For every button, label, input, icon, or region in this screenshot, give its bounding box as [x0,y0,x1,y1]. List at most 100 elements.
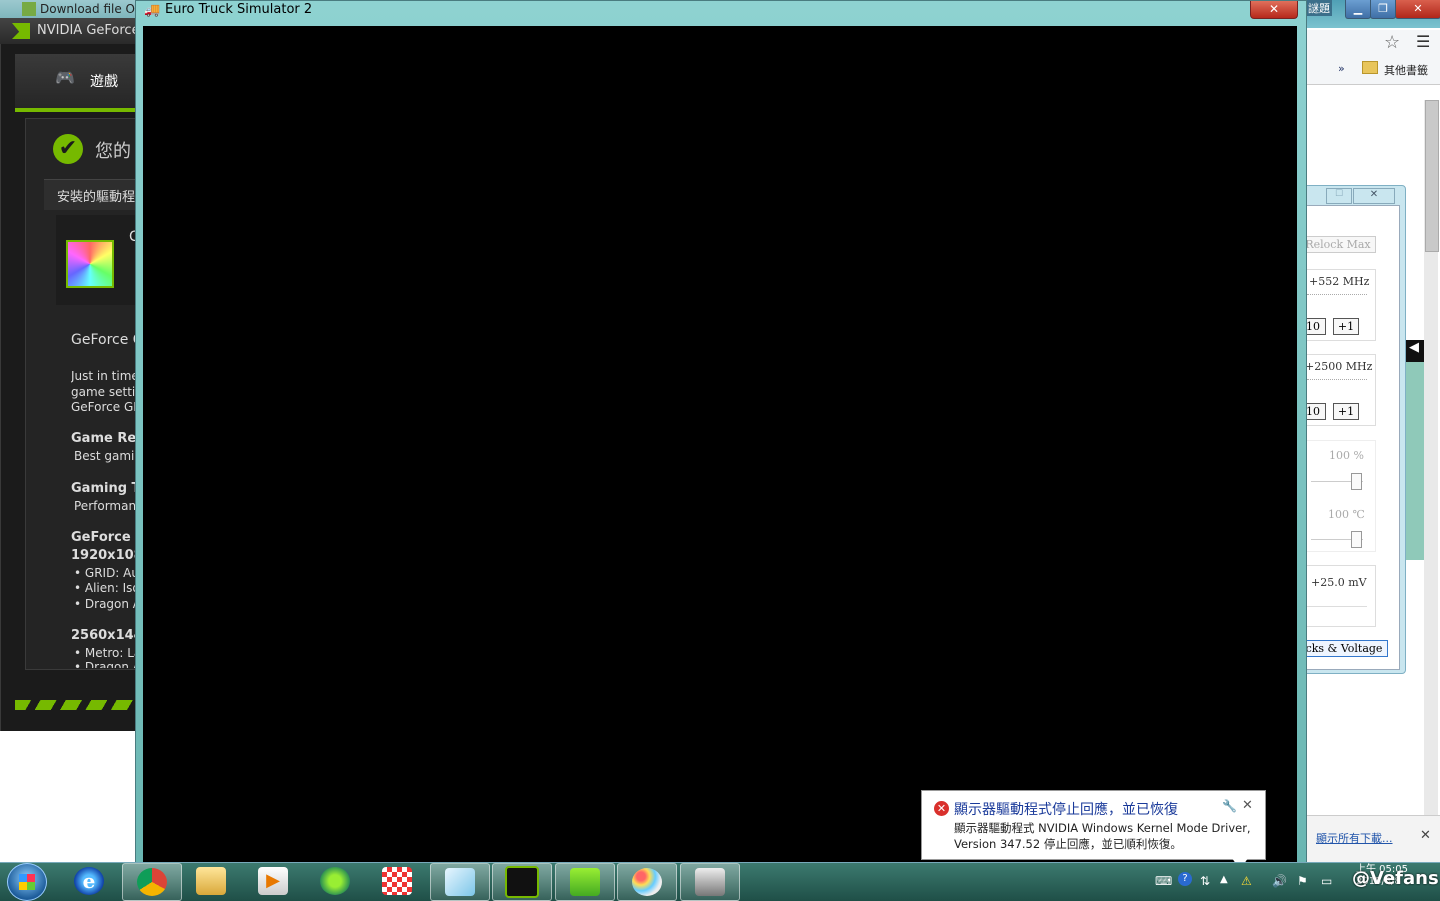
nvidia-content-panel: ✔ 您的 安裝的驅動程 C GeForce G Just in time gam… [25,118,156,670]
mem-clock-value: +2500 MHz [1305,360,1373,373]
collapse-arrow-icon[interactable]: ◀ [1404,340,1424,362]
close-button[interactable]: ✕ [1353,188,1395,204]
error-icon: ✕ [934,801,949,816]
maximize-button[interactable]: ☐ [1326,188,1352,204]
tab-games[interactable]: 遊戲 [90,71,118,91]
grid-app-icon [382,867,412,895]
performance-text: Performanc [74,499,143,513]
restore-button[interactable]: ❐ [1370,0,1396,19]
close-download-bar-icon[interactable]: ✕ [1420,828,1431,843]
star-icon[interactable]: ☆ [1384,32,1400,53]
bullet-dragon-2: • Dragon A [74,660,142,668]
jit-line-2: game settin [71,385,143,399]
notification-body-line2: Version 347.52 停止回應，並已順利恢復。 [954,837,1182,851]
nvidia-geforce-experience-icon [570,868,600,896]
menu-icon[interactable]: ☰ [1416,32,1430,51]
windows-logo-icon [19,874,35,890]
download-bar: 顯示所有下載... ✕ [1298,815,1440,863]
media-player-icon: ▶ [258,867,288,895]
bookmark-more[interactable]: » [1338,62,1345,75]
media-center-icon [320,867,350,895]
minimize-button[interactable]: ▁ [1345,0,1371,19]
desktop-area [0,731,135,862]
taskbar-ie[interactable]: e [60,863,118,899]
volume-icon[interactable]: 🔊 [1272,874,1287,888]
game-render-canvas[interactable] [143,26,1297,862]
bullet-dragon: • Dragon A [74,597,142,611]
notification-body-line1: 顯示器驅動程式 NVIDIA Windows Kernel Mode Drive… [954,821,1251,835]
nvidia-logo-icon [12,23,30,39]
gamepad-icon: 🎮 [55,68,75,87]
bookmark-folder-other[interactable]: 其他書籤 [1384,62,1428,78]
check-icon: ✔ [53,134,83,164]
resolution-1440-heading: 2560x144 [71,628,143,643]
show-hidden-icons[interactable]: ▲ [1220,874,1228,885]
nvidia-window-title: NVIDIA GeForce [37,23,140,38]
power-target-value: 100 % [1329,449,1364,462]
side-widget: ◀ [1404,340,1424,560]
notification-close-icon[interactable]: ✕ [1242,798,1253,813]
bullet-grid: • GRID: Aut [74,566,144,580]
taskbar-grid-app[interactable] [368,863,426,899]
paint-icon [632,868,662,896]
game-window-title: Euro Truck Simulator 2 [165,2,313,17]
power-temp-group: 100 % 100 ℃ [1300,440,1376,552]
driver-recovered-notification[interactable]: ✕ 顯示器驅動程式停止回應，並已恢復 🔧 ✕ 顯示器驅動程式 NVIDIA Wi… [921,790,1266,860]
taskbar-euro-truck[interactable] [680,863,740,901]
browser-window-tab[interactable]: 謎題 [1306,0,1332,16]
jit-line-1: Just in time [71,369,139,383]
wrench-icon[interactable]: 🔧 [1222,799,1237,813]
nvidia-titlebar: NVIDIA GeForce [0,18,142,44]
close-button[interactable]: ✕ [1395,0,1440,19]
gpu-clock-slider[interactable] [1307,294,1367,295]
gpu-clock-value: +552 MHz [1309,275,1370,288]
relock-max-button[interactable]: Relock Max [1300,236,1376,253]
taskbar-paint[interactable] [617,863,677,901]
status-heading: 您的 [95,141,131,162]
chrome-icon [137,868,167,896]
power-slider-thumb[interactable] [1351,473,1362,490]
game-ready-heading: Game Rea [71,431,145,446]
taskbar-media-player[interactable]: ▶ [244,863,302,899]
temp-slider-thumb[interactable] [1351,531,1362,548]
mem-increment-button[interactable]: +1 [1333,403,1359,420]
voltage-group: +25.0 mV [1300,565,1376,627]
power-icon[interactable]: ▭ [1321,874,1332,888]
mem-clock-slider[interactable] [1307,379,1367,380]
nvidia-tab-bar: 🎮 遊戲 [15,54,142,112]
bookmarks-bar: » 其他書籤 [1298,56,1440,85]
taskbar-notepad[interactable] [430,863,490,901]
progress-stripe [15,700,142,710]
warning-icon[interactable]: ⚠ [1241,874,1252,888]
notification-title: 顯示器驅動程式停止回應，並已恢復 [954,802,1178,818]
nvidia-icon [505,866,539,898]
gaming-tech-heading: Gaming T [71,481,141,496]
network-icon[interactable]: ⇅ [1200,874,1210,888]
start-button[interactable] [7,863,47,901]
geforce-heading: GeForce G [71,332,144,348]
taskbar-explorer[interactable] [182,863,240,899]
show-all-downloads-link[interactable]: 顯示所有下載... [1316,830,1393,846]
gpu-increment-button[interactable]: +1 [1333,318,1359,335]
truck-app-icon: 🚚 [144,3,161,18]
game-close-button[interactable]: ✕ [1250,1,1298,19]
keyboard-icon[interactable]: ⌨ [1155,874,1172,888]
bullet-alien: • Alien: Isol [74,581,144,595]
gpu-chip-icon [66,240,114,288]
download-tab-title[interactable]: Download file O [40,2,135,16]
taskbar-nvidia-2[interactable] [555,863,615,901]
truck-icon [695,868,725,896]
watermark-text: @Vefans [1352,868,1439,889]
driver-section-bar: 安裝的驅動程 [44,179,144,210]
browser-scrollbar[interactable] [1424,100,1439,815]
action-center-flag-icon[interactable]: ⚑ [1297,874,1308,888]
download-tab-icon [22,2,36,16]
folder-icon [196,867,226,895]
taskbar-media-center[interactable] [306,863,364,899]
taskbar-nvidia-1[interactable] [492,863,552,901]
taskbar-chrome[interactable] [122,863,182,901]
help-icon[interactable]: ? [1178,872,1192,886]
voltage-slider[interactable] [1307,606,1367,607]
scrollbar-thumb[interactable] [1425,100,1439,252]
clocks-voltage-tab[interactable]: cks & Voltage [1300,640,1388,657]
